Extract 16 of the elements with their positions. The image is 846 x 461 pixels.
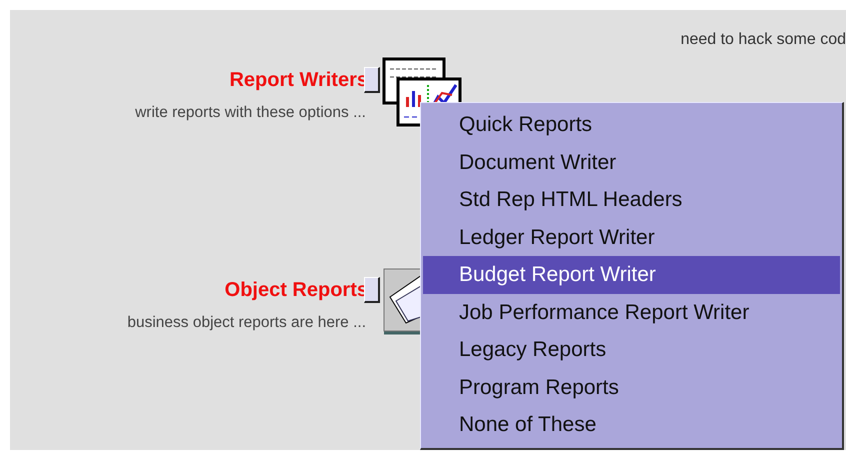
note-text: need to hack some cod bbox=[680, 30, 846, 50]
menu-item[interactable]: Program Reports bbox=[423, 368, 840, 406]
menu-item[interactable]: Job Performance Report Writer bbox=[423, 294, 840, 331]
section-title: Object Reports bbox=[224, 278, 368, 303]
menu-item[interactable]: Quick Reports bbox=[423, 106, 840, 144]
menu-item[interactable]: Budget Report Writer bbox=[423, 256, 840, 294]
menu-item[interactable]: Ledger Report Writer bbox=[423, 218, 840, 256]
section-description: write reports with these options ... bbox=[135, 103, 366, 123]
section-title: Report Writers bbox=[229, 68, 368, 93]
open-button[interactable] bbox=[364, 277, 380, 303]
menu-item[interactable]: None of These bbox=[423, 406, 840, 444]
menu-item[interactable]: Legacy Reports bbox=[423, 331, 840, 368]
section-description: business object reports are here ... bbox=[127, 313, 366, 333]
menu-item[interactable]: Std Rep HTML Headers bbox=[423, 181, 840, 218]
menu-item[interactable]: Document Writer bbox=[423, 144, 840, 181]
open-button[interactable] bbox=[364, 67, 380, 93]
